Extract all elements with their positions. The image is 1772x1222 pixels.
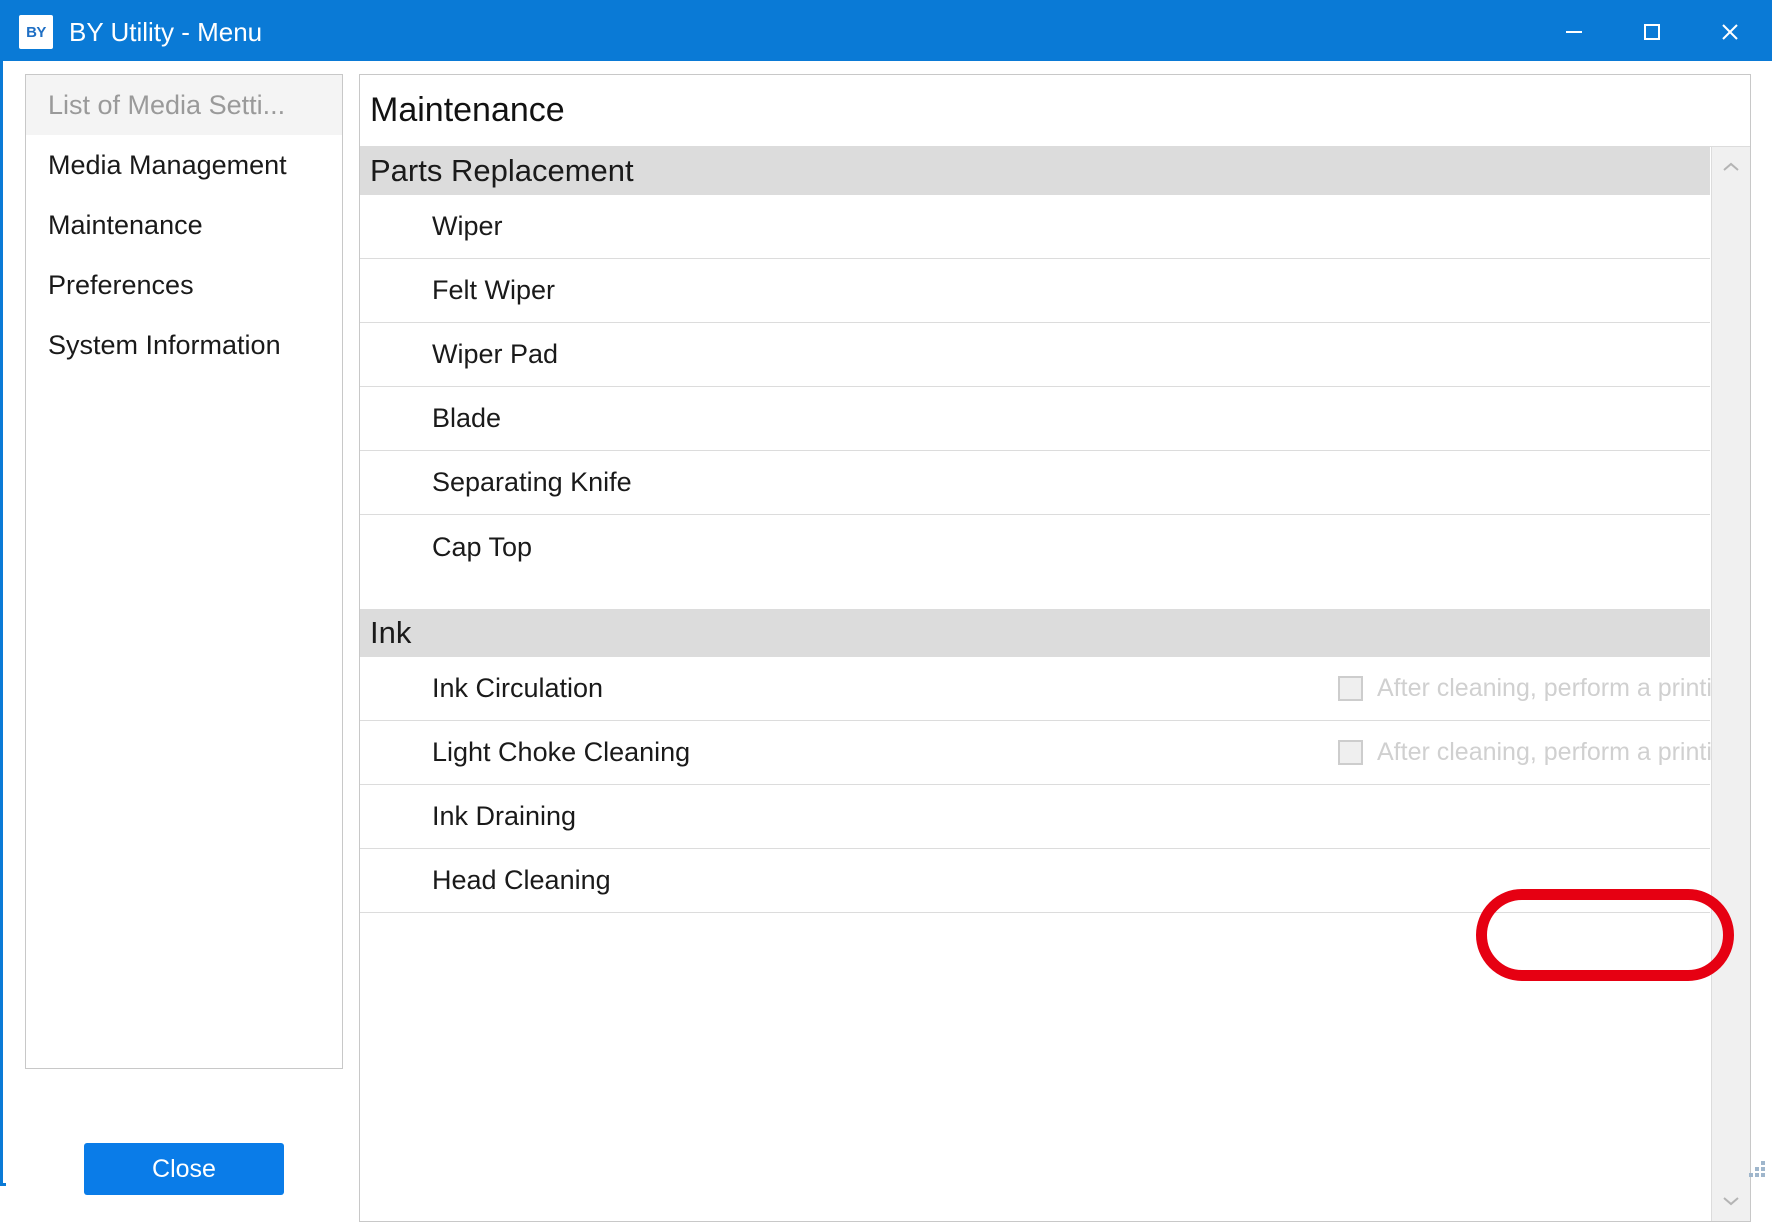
- table-row: Wiper Pad Execute: [360, 323, 1710, 387]
- maintenance-rows: Parts Replacement Wiper Execute Felt Wip…: [360, 147, 1750, 913]
- row-label-light-choke-cleaning: Light Choke Cleaning: [432, 737, 691, 767]
- row-label-wiper-pad: Wiper Pad: [432, 339, 559, 369]
- printing-test-checkbox-group-light-choke-cleaning: After cleaning, perform a printing test: [1338, 738, 1750, 767]
- chevron-up-icon[interactable]: [1712, 147, 1750, 187]
- maintenance-panel: Maintenance Parts Replacement Wiper Exec…: [359, 74, 1751, 1222]
- application-window: BY BY Utility - Menu List of Media Setti…: [0, 0, 1772, 1222]
- table-row: Ink Circulation After cleaning, perform …: [360, 657, 1750, 721]
- window-title: BY Utility - Menu: [69, 16, 263, 47]
- close-button[interactable]: Close: [84, 1143, 284, 1195]
- printing-test-checkbox-group-ink-circulation: After cleaning, perform a printing test: [1338, 674, 1750, 703]
- panel-scroll-area: Parts Replacement Wiper Execute Felt Wip…: [360, 147, 1750, 1221]
- sidebar-item-maintenance[interactable]: Maintenance: [26, 195, 342, 255]
- printing-test-checkbox-label: After cleaning, perform a printing test: [1377, 674, 1750, 702]
- row-label-cap-top: Cap Top: [432, 531, 533, 562]
- sidebar-item-list-of-media-settings[interactable]: List of Media Setti...: [26, 75, 342, 135]
- sidebar-item-label: Maintenance: [48, 209, 203, 240]
- vertical-scrollbar[interactable]: [1711, 147, 1750, 1221]
- sidebar-nav: List of Media Setti... Media Management …: [25, 74, 343, 1069]
- close-window-button[interactable]: [1691, 3, 1769, 61]
- printing-test-checkbox-label: After cleaning, perform a printing test: [1377, 738, 1750, 766]
- table-row: Head Cleaning Execute: [360, 849, 1710, 913]
- resize-grip[interactable]: [1745, 1159, 1767, 1181]
- row-label-ink-draining: Ink Draining: [432, 801, 577, 831]
- table-row: Blade Execute: [360, 387, 1710, 451]
- row-label-blade: Blade: [432, 403, 502, 433]
- sidebar-item-label: System Information: [48, 329, 281, 360]
- sidebar-item-preferences[interactable]: Preferences: [26, 255, 342, 315]
- chevron-down-icon[interactable]: [1712, 1181, 1750, 1221]
- row-label-ink-circulation: Ink Circulation: [432, 673, 604, 703]
- section-header-ink: Ink: [360, 609, 1710, 657]
- maximize-button[interactable]: [1613, 3, 1691, 61]
- section-header-label: Ink: [370, 615, 412, 650]
- table-row: Cap Top Execute: [360, 515, 1710, 579]
- app-icon-text: BY: [26, 23, 46, 41]
- window-controls: [1535, 3, 1769, 61]
- printing-test-checkbox[interactable]: [1338, 740, 1363, 765]
- title-bar: BY BY Utility - Menu: [3, 3, 1769, 61]
- section-divider: [360, 579, 1710, 609]
- table-row: Wiper Execute: [360, 195, 1710, 259]
- printing-test-checkbox[interactable]: [1338, 676, 1363, 701]
- table-row: Felt Wiper Execute: [360, 259, 1710, 323]
- row-label-separating-knife: Separating Knife: [432, 467, 632, 497]
- sidebar-item-label: Media Management: [48, 149, 287, 180]
- sidebar-item-media-management[interactable]: Media Management: [26, 135, 342, 195]
- table-row: Ink Draining Execute: [360, 785, 1710, 849]
- minimize-button[interactable]: [1535, 3, 1613, 61]
- sidebar-item-label: List of Media Setti...: [48, 89, 286, 120]
- sidebar-item-system-information[interactable]: System Information: [26, 315, 342, 375]
- table-row: Separating Knife Execute: [360, 451, 1710, 515]
- row-label-head-cleaning: Head Cleaning: [432, 865, 611, 895]
- row-label-wiper: Wiper: [432, 211, 503, 241]
- section-header-parts-replacement: Parts Replacement: [360, 147, 1710, 195]
- section-header-label: Parts Replacement: [370, 153, 634, 188]
- window-body: List of Media Setti... Media Management …: [6, 61, 1772, 1222]
- row-label-felt-wiper: Felt Wiper: [432, 275, 556, 305]
- by-logo-icon: BY: [19, 15, 53, 49]
- page-title: Maintenance: [360, 75, 1750, 147]
- sidebar-item-label: Preferences: [48, 269, 194, 300]
- table-row: Light Choke Cleaning After cleaning, per…: [360, 721, 1750, 785]
